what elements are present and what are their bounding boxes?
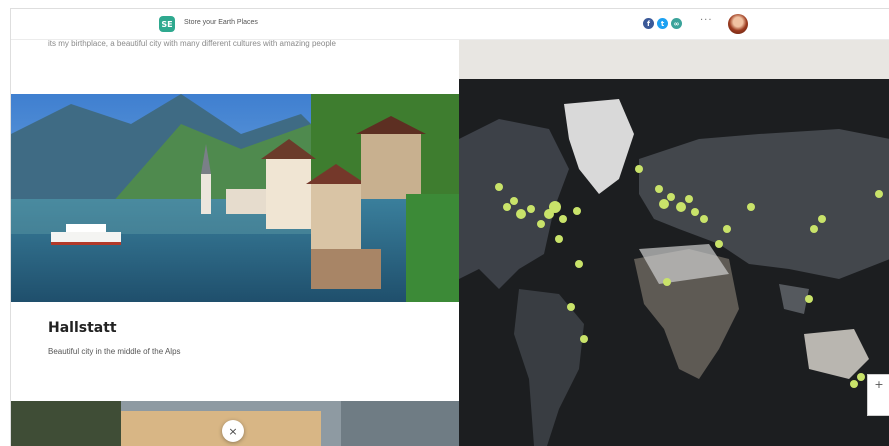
- more-options-button[interactable]: ···: [700, 15, 713, 26]
- world-map[interactable]: [459, 79, 889, 446]
- map-zoom-control: +: [867, 374, 889, 416]
- world-map-illustration: [459, 79, 889, 446]
- app-window: SE Store your Earth Places f t ∞ ··· its…: [10, 8, 889, 446]
- place-title: Hallstatt: [48, 320, 117, 336]
- place-description: Beautiful city in the middle of the Alps: [48, 347, 181, 356]
- app-title: Store your Earth Places: [184, 19, 258, 26]
- app-logo[interactable]: SE: [159, 16, 175, 32]
- map-panel: +: [459, 39, 889, 446]
- twitter-icon[interactable]: t: [657, 18, 668, 29]
- close-button[interactable]: ×: [222, 420, 244, 442]
- facebook-icon[interactable]: f: [643, 18, 654, 29]
- story-panel[interactable]: its my birthplace, a beautiful city with…: [11, 39, 459, 446]
- hallstatt-photo-illustration: [11, 94, 459, 302]
- top-bar: SE Store your Earth Places f t ∞ ···: [11, 9, 889, 40]
- zoom-in-button[interactable]: +: [868, 375, 889, 395]
- link-icon[interactable]: ∞: [671, 18, 682, 29]
- previous-place-description: its my birthplace, a beautiful city with…: [48, 39, 336, 48]
- hallstatt-photo: [11, 94, 459, 302]
- user-avatar[interactable]: [728, 14, 748, 34]
